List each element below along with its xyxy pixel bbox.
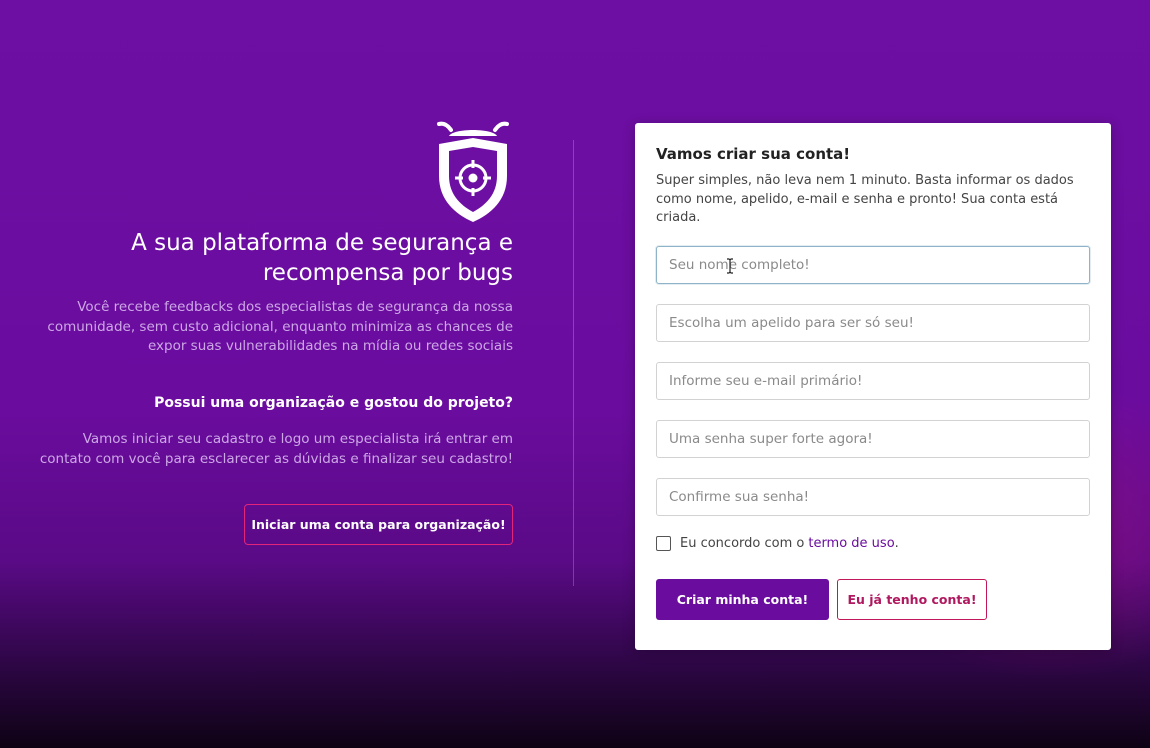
bug-shield-target-icon bbox=[437, 121, 509, 222]
nickname-input[interactable] bbox=[656, 304, 1090, 342]
text-cursor-icon bbox=[727, 258, 733, 274]
signup-description: Super simples, não leva nem 1 minuto. Ba… bbox=[656, 173, 1074, 225]
signup-form-card: Vamos criar sua conta! Super simples, nã… bbox=[635, 123, 1111, 650]
terms-checkbox[interactable] bbox=[656, 536, 671, 551]
hero-description: Você recebe feedbacks dos especialistas … bbox=[47, 299, 513, 354]
terms-link[interactable]: termo de uso bbox=[808, 536, 894, 551]
email-input[interactable] bbox=[656, 362, 1090, 400]
hero-headline: A sua plataforma de segurança e recompen… bbox=[131, 230, 513, 286]
organization-text: Vamos iniciar seu cadastro e logo um esp… bbox=[39, 431, 513, 467]
password-confirm-input[interactable] bbox=[656, 478, 1090, 516]
start-organization-account-button[interactable]: Iniciar uma conta para organização! bbox=[244, 504, 513, 545]
create-account-button[interactable]: Criar minha conta! bbox=[656, 579, 829, 620]
full-name-input[interactable] bbox=[656, 246, 1090, 284]
organization-title: Possui uma organização e gostou do proje… bbox=[154, 395, 513, 411]
signup-page: A sua plataforma de segurança e recompen… bbox=[0, 0, 1150, 748]
password-input[interactable] bbox=[656, 420, 1090, 458]
signup-title: Vamos criar sua conta! bbox=[656, 145, 851, 163]
terms-suffix: . bbox=[894, 536, 899, 551]
terms-row: Eu concordo com o termo de uso . bbox=[656, 536, 899, 551]
terms-label: Eu concordo com o bbox=[680, 536, 805, 551]
already-have-account-button[interactable]: Eu já tenho conta! bbox=[837, 579, 987, 620]
column-divider bbox=[573, 140, 574, 586]
